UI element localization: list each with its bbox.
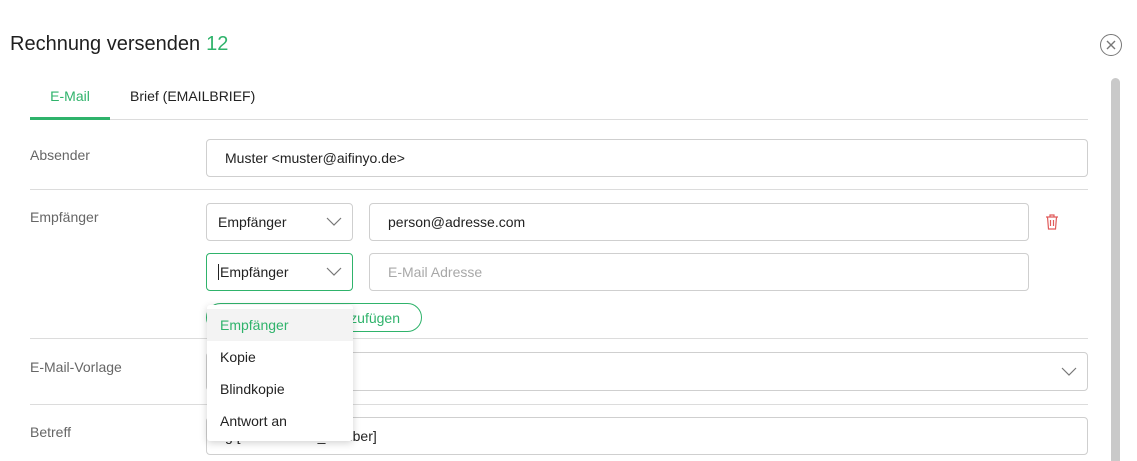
recipient-email-value: person@adresse.com: [388, 214, 526, 230]
trash-icon[interactable]: [1044, 213, 1060, 231]
close-icon: [1106, 40, 1116, 50]
option-kopie[interactable]: Kopie: [207, 341, 353, 373]
option-blindkopie[interactable]: Blindkopie: [207, 373, 353, 405]
recipient-email-input[interactable]: E-Mail Adresse: [369, 253, 1029, 291]
dialog-title-text: Rechnung versenden: [10, 33, 201, 55]
divider: [30, 404, 1088, 405]
chevron-down-icon: [326, 217, 342, 226]
email-placeholder: E-Mail Adresse: [388, 264, 483, 280]
add-recipient-label: zufügen: [350, 309, 400, 326]
invoice-count: 12: [206, 33, 229, 55]
sender-label: Absender: [30, 147, 90, 163]
tab-email[interactable]: E-Mail: [30, 88, 110, 104]
recipient-type-select[interactable]: Empfänger: [206, 203, 353, 241]
recipient-type-select-focused[interactable]: Empfänger: [206, 253, 353, 291]
dialog-title: Rechnung versenden 12: [10, 33, 228, 56]
recipient-email-input[interactable]: person@adresse.com: [369, 203, 1029, 241]
text-caret: [218, 264, 219, 280]
template-label: E-Mail-Vorlage: [30, 359, 122, 375]
sender-value: Muster <muster@aifinyo.de>: [225, 150, 405, 166]
recipient-type-value: Empfänger: [220, 264, 289, 280]
tab-brief[interactable]: Brief (EMAILBRIEF): [130, 88, 255, 104]
active-tab-indicator: [30, 117, 110, 120]
option-empfaenger[interactable]: Empfänger: [207, 309, 353, 341]
chevron-down-icon: [1061, 367, 1077, 376]
sender-field[interactable]: Muster <muster@aifinyo.de>: [206, 139, 1088, 177]
option-antwort-an[interactable]: Antwort an: [207, 405, 353, 437]
recipient-label: Empfänger: [30, 209, 99, 225]
recipient-type-value: Empfänger: [218, 214, 287, 230]
divider: [30, 338, 1088, 339]
close-button[interactable]: [1100, 34, 1122, 56]
recipient-type-dropdown: Empfänger Kopie Blindkopie Antwort an: [207, 305, 353, 441]
divider: [30, 189, 1088, 190]
subject-label: Betreff: [30, 424, 71, 440]
tab-bar: E-Mail Brief (EMAILBRIEF): [30, 76, 1088, 120]
chevron-down-icon: [326, 267, 342, 276]
scrollbar[interactable]: [1111, 78, 1120, 461]
